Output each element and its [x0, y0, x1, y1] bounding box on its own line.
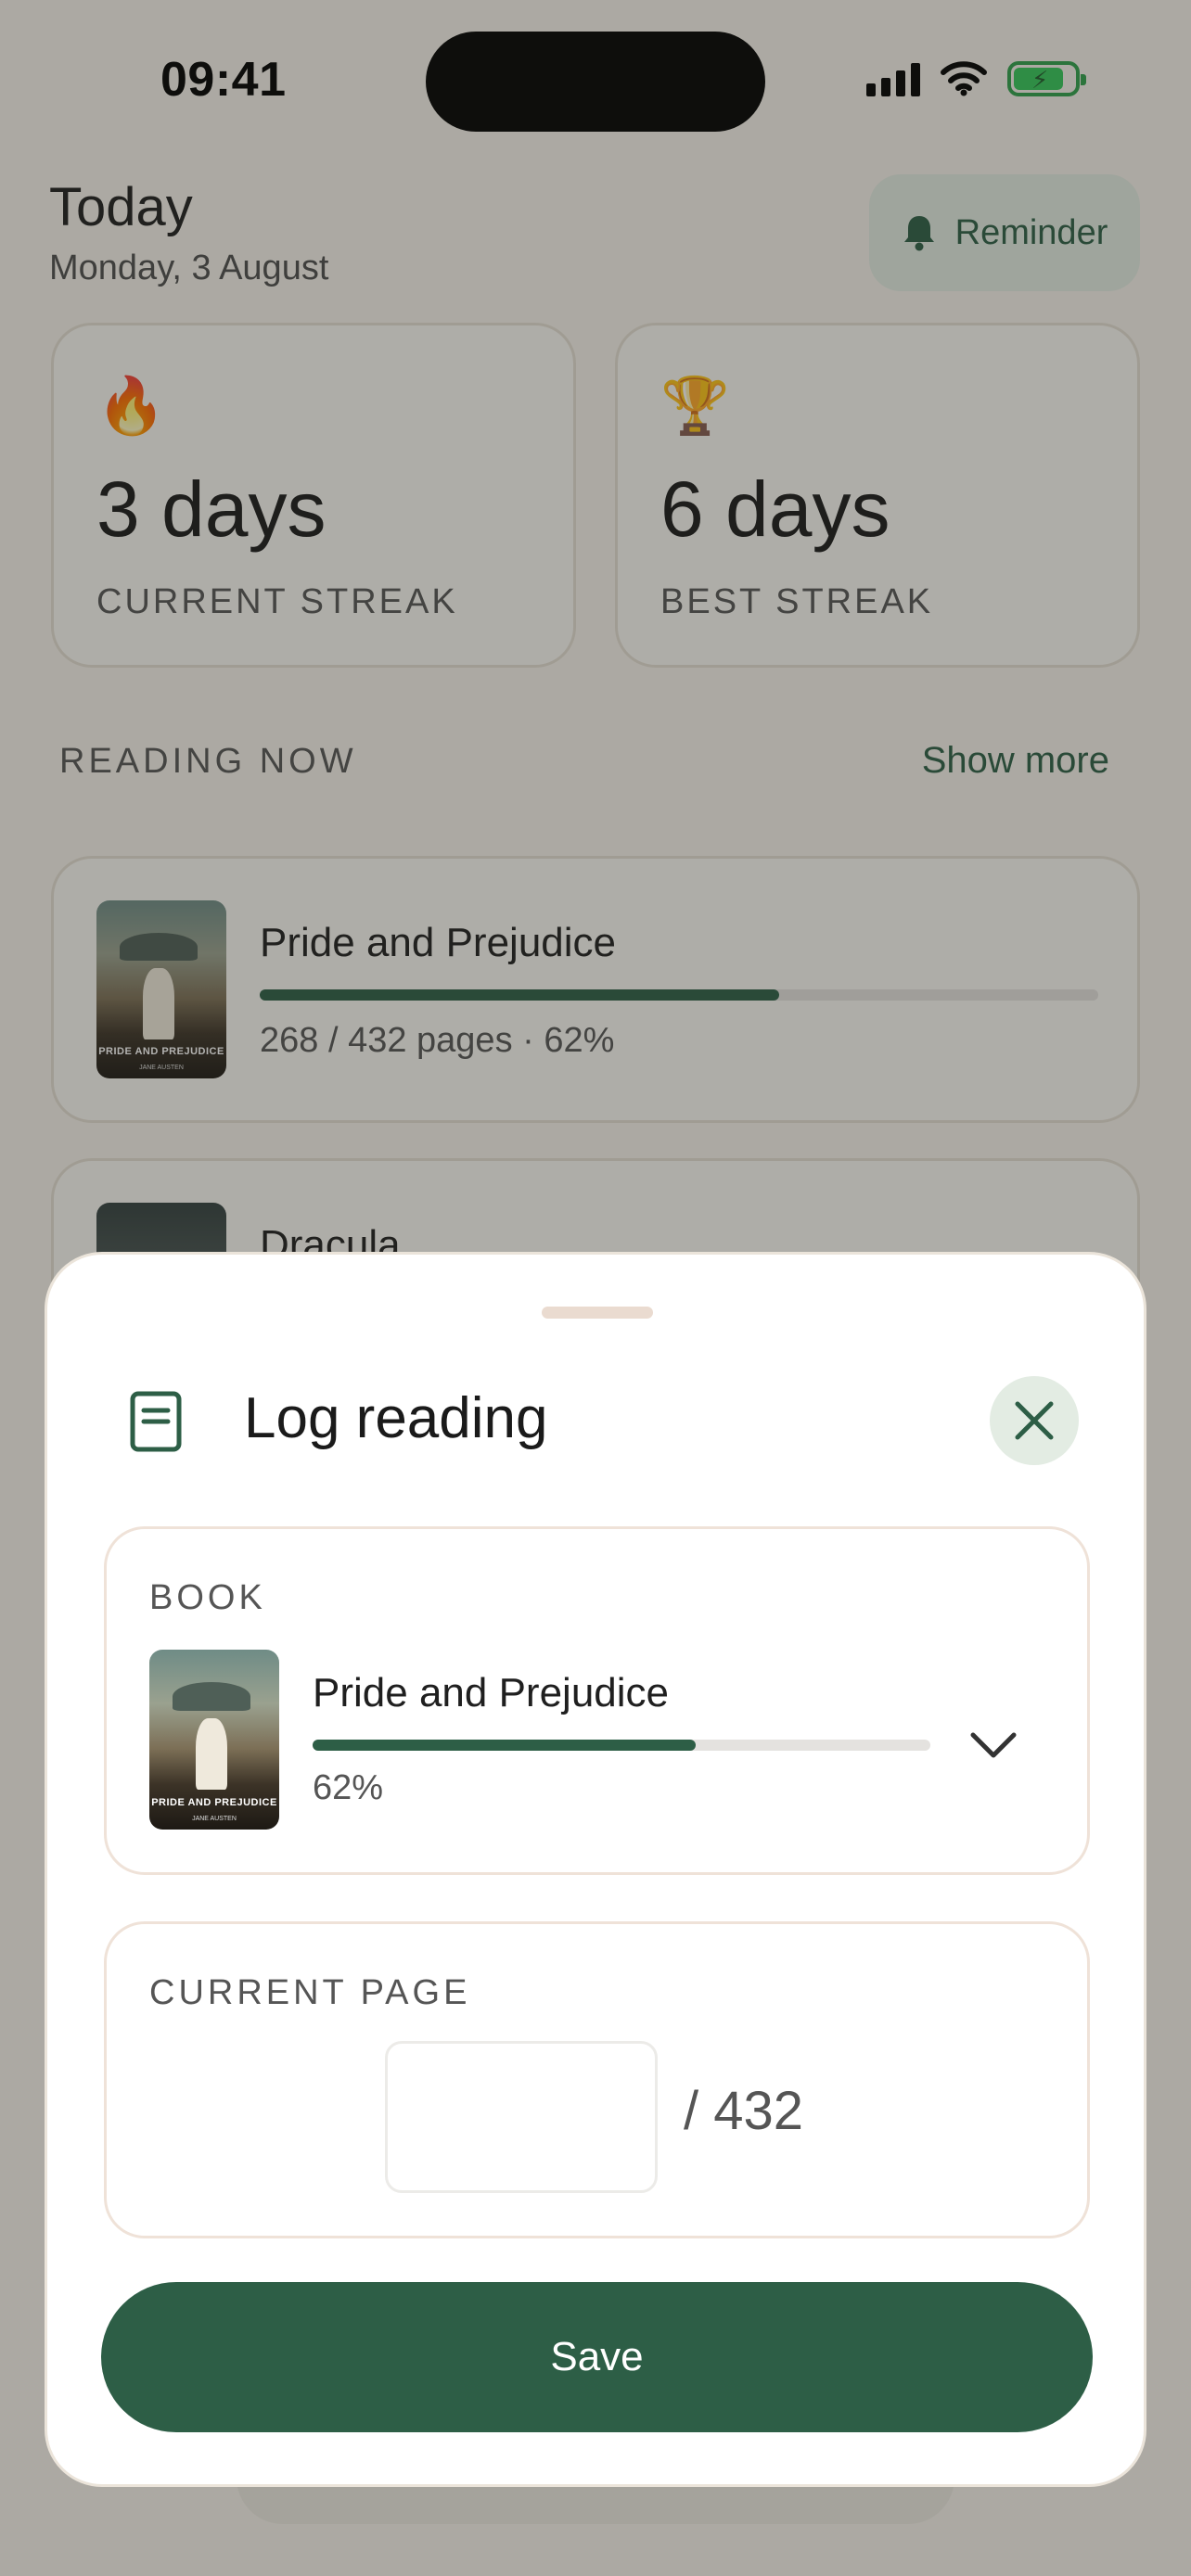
selected-book-title: Pride and Prejudice: [313, 1670, 670, 1715]
page-total: / 432: [684, 2081, 803, 2141]
cover-author: JANE AUSTEN: [192, 1816, 237, 1823]
chevron-down-icon[interactable]: [969, 1731, 1018, 1761]
selected-book-cover: PRIDE AND PREJUDICE JANE AUSTEN: [149, 1650, 279, 1830]
close-button[interactable]: [990, 1376, 1079, 1465]
current-page-label: CURRENT PAGE: [149, 1973, 471, 2012]
save-button[interactable]: Save: [101, 2282, 1093, 2432]
book-select-field[interactable]: BOOK PRIDE AND PREJUDICE JANE AUSTEN Pri…: [104, 1526, 1090, 1875]
log-reading-sheet: Log reading BOOK PRIDE AND PREJUDICE JAN…: [45, 1252, 1146, 2487]
cover-title: PRIDE AND PREJUDICE: [151, 1796, 277, 1808]
selected-book-progress-bar: [313, 1740, 930, 1751]
current-page-field: CURRENT PAGE / 432: [104, 1921, 1090, 2238]
close-icon: [1015, 1401, 1054, 1440]
book-icon: [130, 1391, 182, 1452]
sheet-grabber[interactable]: [542, 1307, 653, 1319]
selected-book-percent: 62%: [313, 1768, 384, 1807]
selected-book-progress-fill: [313, 1740, 696, 1751]
book-field-label: BOOK: [149, 1578, 266, 1617]
current-page-input[interactable]: [385, 2041, 658, 2193]
sheet-title: Log reading: [244, 1386, 548, 1450]
